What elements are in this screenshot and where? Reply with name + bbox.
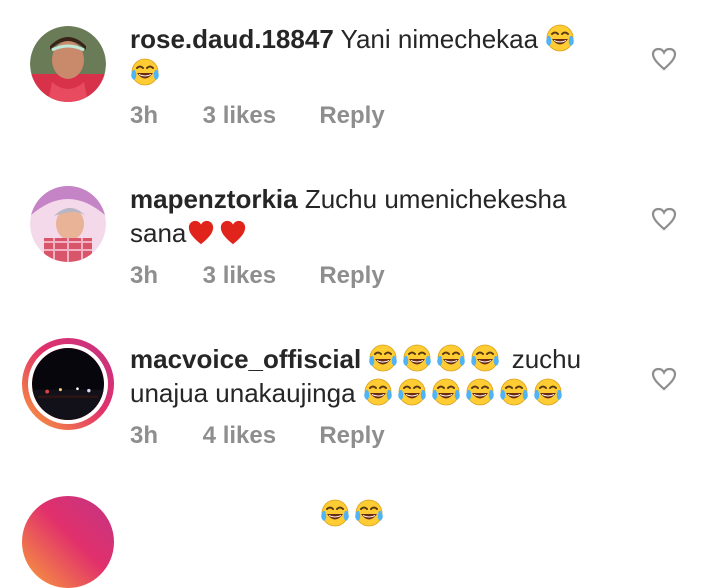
comment-username[interactable]: macvoice_offiscial [130,344,361,374]
comment-text: Yani nimechekaa [340,24,539,54]
comment-meta: 3h 3 likes Reply [130,262,385,290]
heart-outline-icon[interactable] [651,47,677,71]
comment-meta: 3h 4 likes Reply [130,422,385,450]
avatar[interactable] [30,26,106,102]
avatar-image [28,344,108,424]
reply-button[interactable]: Reply [319,262,384,290]
comment-body: mapenztorkia Zuchu umenichekesha sana [130,182,630,250]
laugh-emoji-icon [320,499,350,527]
comment-item: macvoice_offiscial zuchu unajua unakauji… [0,338,720,498]
comment-time: 3h [130,422,159,449]
avatar-image [30,186,106,262]
laugh-emoji-icon [545,24,576,52]
red-heart-emoji-icon [221,220,246,245]
comment-likes[interactable]: 3 likes [203,102,313,130]
comment-text-continued: unajua unakaujinga [130,378,356,408]
laugh-emoji-icon [436,344,467,372]
comment-username[interactable]: rose.daud.18847 [130,24,334,54]
comment-time: 3h [130,102,159,129]
comment-item: mapenztorkia Zuchu umenichekesha sana 3h… [0,184,720,346]
comment-username[interactable]: mapenztorkia [130,184,298,214]
laugh-emoji-icon [533,378,563,406]
reply-button[interactable]: Reply [319,102,384,130]
laugh-emoji-icon [470,344,501,372]
comment-likes[interactable]: 3 likes [203,262,313,290]
laugh-emoji-icon [363,378,393,406]
laugh-emoji-icon [402,344,433,372]
laugh-emoji-icon [368,344,399,372]
avatar-story-ring[interactable] [22,338,114,430]
comment-time: 3h [130,262,159,289]
red-heart-emoji-icon [189,220,214,245]
laugh-emoji-icon [397,378,427,406]
comment-body: macvoice_offiscial zuchu unajua unakauji… [130,342,630,410]
comment-likes[interactable]: 4 likes [203,422,313,450]
laugh-emoji-icon [465,378,495,406]
heart-outline-icon[interactable] [651,207,677,231]
laugh-emoji-icon [130,58,160,86]
laugh-emoji-icon [499,378,529,406]
next-comment-avatar[interactable] [22,496,114,588]
comment-text: zuchu [511,344,582,374]
heart-outline-icon[interactable] [651,367,677,391]
reply-button[interactable]: Reply [319,422,384,450]
avatar-image [30,26,106,102]
comment-body: rose.daud.18847 Yani nimechekaa [130,22,630,90]
laugh-emoji-icon [431,378,461,406]
avatar[interactable] [30,186,106,262]
comment-item: rose.daud.18847 Yani nimechekaa 3h 3 lik… [0,24,720,186]
comment-meta: 3h 3 likes Reply [130,102,385,130]
laugh-emoji-icon [354,499,384,527]
